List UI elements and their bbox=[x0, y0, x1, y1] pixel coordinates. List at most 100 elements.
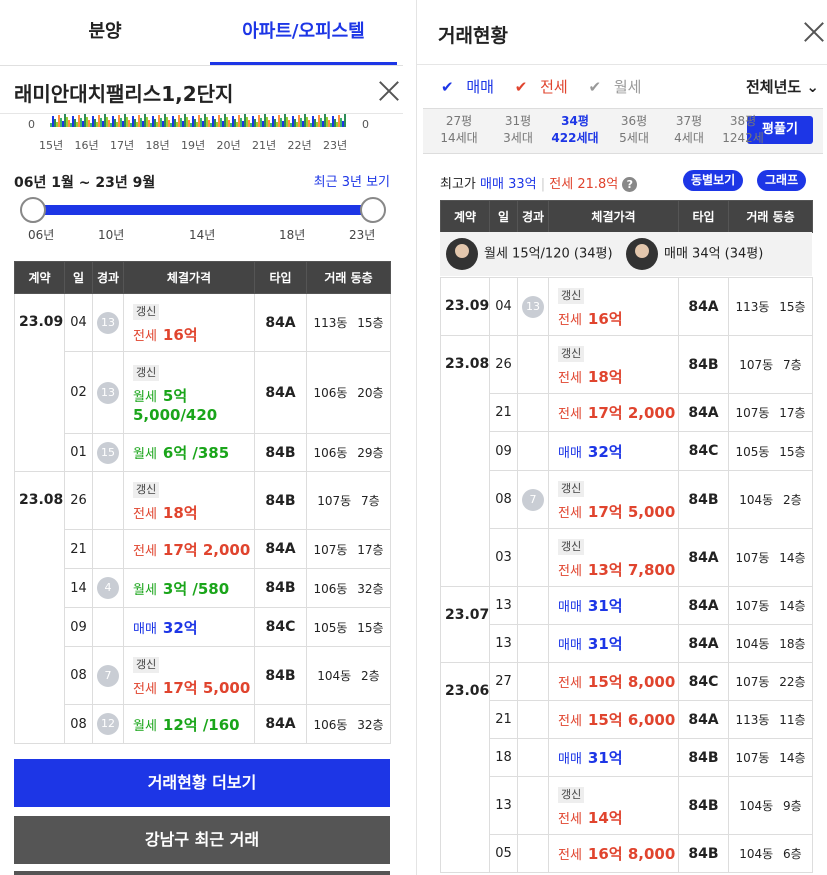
slider-label: 14년 bbox=[189, 228, 216, 242]
dong-floor: 104동 18층 bbox=[728, 624, 813, 663]
contract-day: 14 bbox=[64, 568, 93, 608]
range-slider-start-handle[interactable] bbox=[20, 197, 46, 223]
elapsed-cell bbox=[517, 776, 549, 835]
filter-jeonse[interactable]: ✔ 전세 bbox=[515, 78, 576, 96]
table-row[interactable]: 23.09 04 13 갱신 전세 16억 84A 113동 15층 bbox=[440, 277, 813, 336]
table-row[interactable]: 21 전세 15억 6,000 84A 113동 11층 bbox=[441, 700, 813, 739]
trade-price: 17억 2,000 bbox=[587, 404, 676, 422]
dong-view-button[interactable]: 동별보기 bbox=[683, 170, 744, 191]
contract-day: 04 bbox=[489, 277, 518, 336]
table-row[interactable]: 23.08 26 갱신 전세 18억 84B 107동 7층 bbox=[440, 335, 813, 587]
size-option[interactable]: 38평 1242세 bbox=[713, 113, 773, 147]
unit-type: 84C bbox=[254, 607, 307, 647]
apartment-name: 래미안대치팰리스1,2단지 bbox=[14, 82, 234, 106]
table-row[interactable]: 01 15 월세 6억 /385 84B 106동 29층 bbox=[15, 433, 391, 472]
table-row[interactable]: 09 매매 32억 84C 105동 15층 bbox=[441, 431, 813, 471]
table-row[interactable]: 08 7 갱신 전세 17억 5,000 84B 104동 2층 bbox=[15, 646, 391, 705]
dong-floor: 107동 22층 bbox=[728, 662, 813, 701]
close-icon[interactable] bbox=[374, 76, 403, 106]
chevron-down-icon: ⌄ bbox=[806, 78, 819, 96]
size-option[interactable]: 37평 4세대 bbox=[659, 113, 719, 147]
avatar bbox=[446, 238, 478, 270]
graph-button[interactable]: 그래프 bbox=[757, 170, 807, 191]
filter-monthly[interactable]: ✔ 월세 bbox=[589, 78, 650, 96]
elapsed-badge: 13 bbox=[97, 311, 119, 334]
date-range-text: 06년 1월 ~ 23년 9월 bbox=[14, 175, 156, 191]
trade-price: 17억 5,000 bbox=[162, 678, 251, 697]
elapsed-cell bbox=[92, 607, 124, 647]
agent-listings: 월세 15억/120 (34평) 매매 34억 (34평) bbox=[440, 232, 812, 276]
trade-price: 31억 bbox=[587, 749, 623, 767]
table-row[interactable]: 13 매매 31억 84A 104동 18층 bbox=[441, 624, 813, 663]
elapsed-cell bbox=[517, 431, 549, 471]
elapsed-cell bbox=[517, 700, 549, 739]
table-row[interactable]: 14 4 월세 3억 /580 84B 106동 32층 bbox=[15, 568, 391, 608]
table-row[interactable]: 21 전세 17억 2,000 84A 107동 17층 bbox=[441, 393, 813, 432]
elapsed-cell bbox=[517, 586, 549, 625]
dong-floor: 107동 7층 bbox=[306, 471, 391, 530]
table-row[interactable]: 13 갱신 전세 14억 84B 104동 9층 bbox=[441, 776, 813, 835]
elapsed-cell: 13 bbox=[92, 293, 124, 352]
trade-status-panel: 거래현황 ✔ 매매 ✔ 전세 ✔ 월세 전체년도 ⌄ 평풀기 27평 14세대 31… bbox=[417, 0, 827, 875]
close-icon[interactable] bbox=[800, 18, 827, 46]
year-select[interactable]: 전체년도 ⌄ bbox=[746, 76, 819, 97]
unit-type: 84B bbox=[678, 834, 729, 873]
contract-month: 23.06 bbox=[440, 662, 490, 873]
size-option[interactable]: 34평 422세대 bbox=[545, 113, 605, 147]
size-option[interactable]: 31평 3세대 bbox=[488, 113, 548, 147]
trade-price: 3억 /580 bbox=[162, 579, 230, 598]
gangnam-recent-trades-button[interactable]: 강남구 최근 거래 bbox=[14, 816, 390, 864]
trade-kind: 매매 bbox=[558, 600, 582, 615]
table-row[interactable]: 23.06 27 전세 15억 8,000 84C 107동 22층 bbox=[440, 662, 813, 873]
histogram-bar bbox=[344, 114, 346, 127]
unit-type: 84A bbox=[254, 704, 307, 744]
contract-day: 18 bbox=[489, 738, 518, 777]
elapsed-badge: 12 bbox=[97, 713, 119, 735]
table-row[interactable]: 21 전세 17억 2,000 84A 107동 17층 bbox=[15, 529, 391, 569]
dong-floor: 107동 14층 bbox=[728, 528, 813, 587]
size-option[interactable]: 27평 14세대 bbox=[429, 113, 489, 147]
price-cell: 갱신 월세 5억 5,000/420 bbox=[123, 351, 255, 434]
trade-kind: 전세 bbox=[133, 681, 157, 697]
trade-kind: 매매 bbox=[558, 752, 582, 767]
dong-floor: 104동 9층 bbox=[728, 776, 813, 835]
tab-apartment[interactable]: 아파트/오피스텔 bbox=[210, 0, 397, 66]
col-day: 일 bbox=[489, 200, 518, 233]
trade-price-detail: 5,000/420 bbox=[133, 405, 218, 424]
table-row[interactable]: 08 12 월세 12억 /160 84A 106동 32층 bbox=[15, 704, 391, 744]
table-row[interactable]: 09 매매 32억 84C 105동 15층 bbox=[15, 607, 391, 647]
table-row[interactable]: 23.07 13 매매 31억 84A 107동 14층 bbox=[440, 586, 813, 663]
tab-presale[interactable]: 분양 bbox=[0, 0, 210, 66]
table-row[interactable]: 05 전세 16억 8,000 84B 104동 6층 bbox=[441, 834, 813, 873]
trade-table: 23.09 04 13 갱신 전세 16억 84A 113동 15층 23.08 26 갱신 전세 18… bbox=[440, 277, 813, 873]
help-icon[interactable]: ? bbox=[622, 177, 638, 192]
recent-3-years-link[interactable]: 최근 3년 보기 bbox=[314, 171, 390, 190]
trade-kind: 매매 bbox=[133, 621, 157, 637]
avatar bbox=[626, 238, 658, 270]
elapsed-cell bbox=[517, 662, 549, 701]
filter-sale[interactable]: ✔ 매매 bbox=[441, 78, 502, 96]
range-slider-end-handle[interactable] bbox=[360, 197, 386, 223]
size-option[interactable]: 36평 5세대 bbox=[604, 113, 664, 147]
agent-listing[interactable]: 월세 15억/120 (34평) bbox=[446, 238, 613, 271]
range-slider-track[interactable] bbox=[33, 205, 373, 215]
price-cell: 매매 31억 bbox=[548, 738, 679, 777]
elapsed-cell: 13 bbox=[517, 277, 549, 336]
col-elapsed: 경과 bbox=[517, 200, 549, 233]
dong-floor: 105동 15층 bbox=[728, 431, 813, 471]
check-icon: ✔ bbox=[441, 78, 454, 96]
more-trades-button[interactable]: 거래현황 더보기 bbox=[14, 759, 390, 807]
next-button-partial[interactable] bbox=[14, 871, 390, 875]
slider-label: 06년 bbox=[28, 228, 55, 242]
contract-day: 13 bbox=[489, 586, 518, 625]
table-row[interactable]: 08 7 갱신 전세 17억 5,000 84B 104동 2층 bbox=[441, 470, 813, 529]
table-row[interactable]: 23.09 04 13 갱신 전세 16억 84A 113동 15층 bbox=[14, 293, 391, 472]
table-row[interactable]: 02 13 갱신 월세 5억 5,000/420 84A 106동 20층 bbox=[15, 351, 391, 434]
panel-title: 거래현황 bbox=[438, 25, 508, 47]
table-row[interactable]: 03 갱신 전세 13억 7,800 84A 107동 14층 bbox=[441, 528, 813, 587]
year-label: 15년 bbox=[39, 139, 64, 152]
price-cell: 갱신 전세 14억 bbox=[548, 776, 679, 835]
agent-listing[interactable]: 매매 34억 (34평) bbox=[626, 238, 763, 271]
table-row[interactable]: 23.08 26 갱신 전세 18억 84B 107동 7층 bbox=[14, 471, 391, 744]
table-row[interactable]: 18 매매 31억 84B 107동 14층 bbox=[441, 738, 813, 777]
